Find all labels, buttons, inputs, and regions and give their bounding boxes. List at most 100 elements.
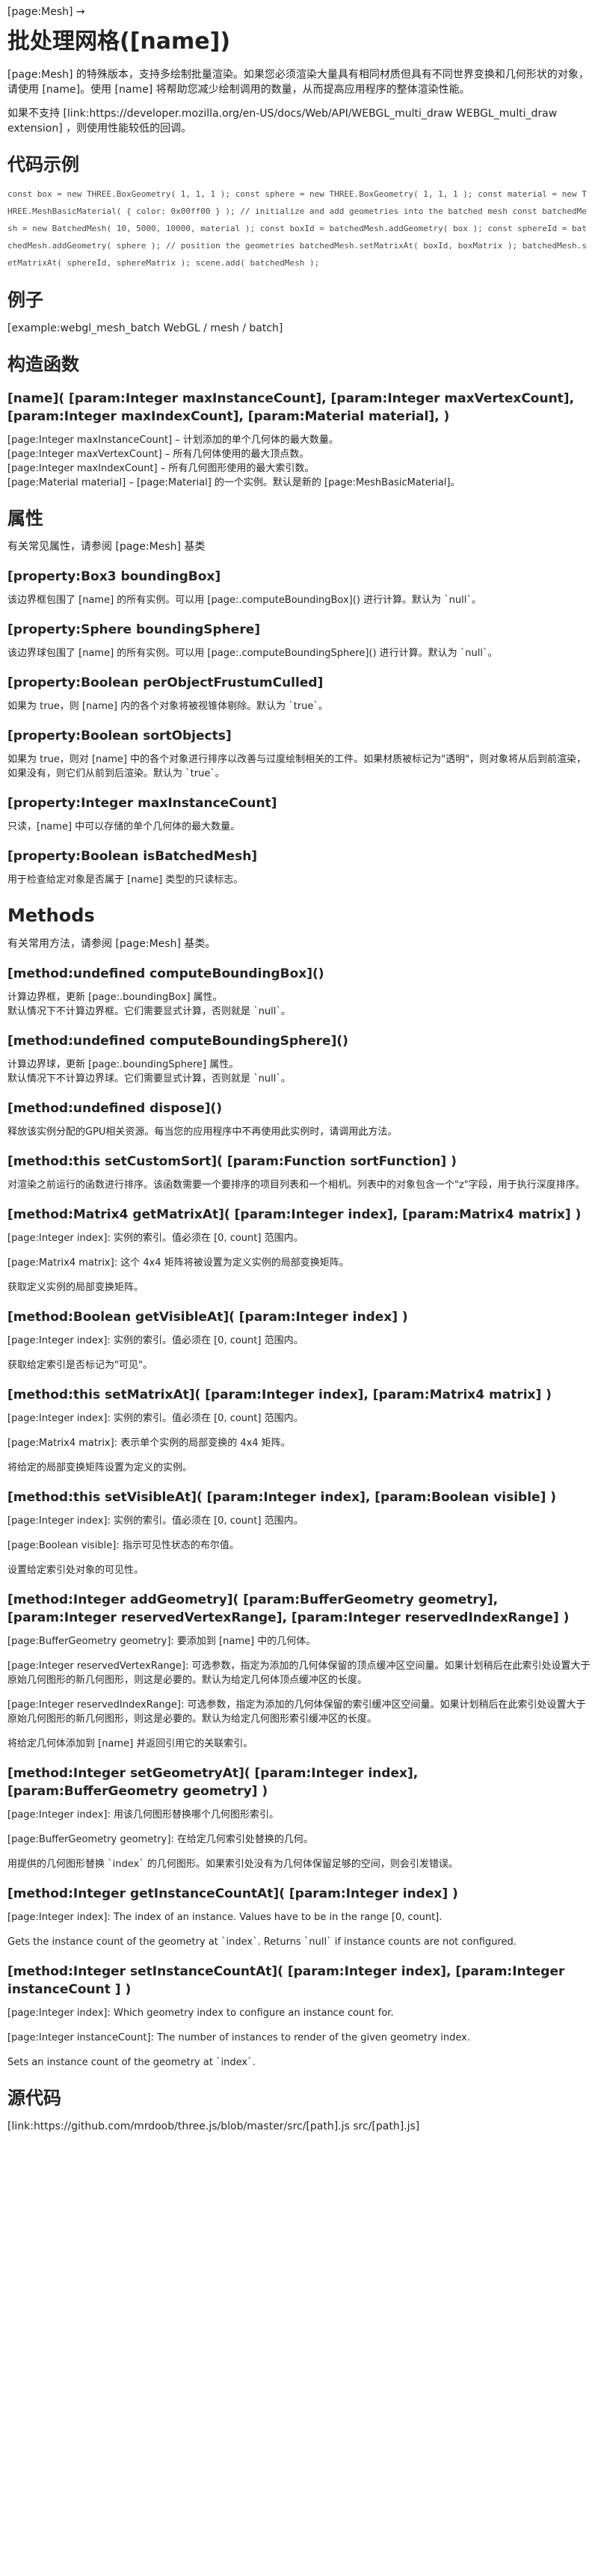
constructor-param: [page:Integer maxIndexCount] – 所有几何图形使用的… <box>7 463 315 474</box>
source-heading: 源代码 <box>7 2088 61 2109</box>
methods-list: [method:undefined computeBoundingBox]() 计… <box>7 965 591 2070</box>
method-description: [page:Integer index]: 实例的索引。值必须在 [0, cou… <box>7 1411 591 1475</box>
constructor-param: [page:Integer maxVertexCount] – 所有几何体使用的… <box>7 449 309 460</box>
method-title: [method:Integer setGeometryAt]( [param:I… <box>7 1766 419 1799</box>
method-description: [page:Integer index]: Which geometry ind… <box>7 2006 591 2070</box>
method-description: 计算边界球，更新 [page:.boundingSphere] 属性。默认情况下… <box>7 1058 591 1086</box>
method-description-line: [page:Integer index]: 实例的索引。值必须在 [0, cou… <box>7 1515 303 1527</box>
method-title: [method:this setVisibleAt]( [param:Integ… <box>7 1490 557 1505</box>
intro-paragraph: [page:Mesh] 的特殊版本，支持多绘制批量渲染。如果您必须渲染大量具有相… <box>7 69 589 96</box>
method-description-line: [page:Integer reservedIndexRange]: 可选参数，… <box>7 1699 586 1725</box>
method-title: [method:this setCustomSort]( [param:Func… <box>7 1154 457 1169</box>
method-title: [method:Integer addGeometry]( [param:Buf… <box>7 1592 570 1625</box>
property-description: 只读，[name] 中可以存储的单个几何体的最大数量。 <box>7 820 591 834</box>
code-example: const box = new THREE.BoxGeometry( 1, 1,… <box>7 189 587 268</box>
constructor-param: [page:Material material] – [page:Materia… <box>7 477 460 488</box>
method-description-line: [page:BufferGeometry geometry]: 要添加到 [na… <box>7 1636 316 1647</box>
constructor-signature: [name]( [param:Integer maxInstanceCount]… <box>7 391 575 424</box>
property-description: 如果为 true，则 [name] 内的各个对象将被视锥体剔除。默认为 `tru… <box>7 699 591 714</box>
method-description-line: [page:Integer index]: Which geometry ind… <box>7 2008 394 2019</box>
method-description-line: 计算边界框，更新 [page:.boundingBox] 属性。 <box>7 992 223 1003</box>
method-description-line: 释放该实例分配的GPU相关资源。每当您的应用程序中不再使用此实例时，请调用此方法… <box>7 1126 398 1138</box>
method-description: [page:Integer index]: 实例的索引。值必须在 [0, cou… <box>7 1514 591 1577</box>
method-description-line: [page:Integer index]: 实例的索引。值必须在 [0, cou… <box>7 1335 303 1346</box>
property-description: 该边界框包围了 [name] 的所有实例。可以用 [page:.computeB… <box>7 593 591 607</box>
code-heading: 代码示例 <box>7 154 79 175</box>
method-title: [method:Boolean getVisibleAt]( [param:In… <box>7 1310 408 1325</box>
method-description-line: [page:Boolean visible]: 指示可见性状态的布尔值。 <box>7 1540 239 1551</box>
method-description-line: [page:Matrix4 matrix]: 这个 4x4 矩阵将被设置为定义实… <box>7 1257 349 1269</box>
property-title: [property:Boolean perObjectFrustumCulled… <box>7 675 324 690</box>
method-description: [page:Integer index]: 实例的索引。值必须在 [0, cou… <box>7 1334 591 1373</box>
constructor-param: [page:Integer maxInstanceCount] – 计划添加的单… <box>7 435 339 446</box>
example-link[interactable]: [example:webgl_mesh_batch WebGL / mesh /… <box>7 321 591 336</box>
breadcrumb[interactable]: [page:Mesh] → <box>7 1 591 22</box>
method-description-line: [page:BufferGeometry geometry]: 在给定几何索引处… <box>7 1834 313 1845</box>
method-title: [method:Integer getInstanceCountAt]( [pa… <box>7 1886 458 1901</box>
property-description-line: 如果为 true，则 [name] 内的各个对象将被视锥体剔除。默认为 `tru… <box>7 701 328 712</box>
property-title: [property:Integer maxInstanceCount] <box>7 796 277 811</box>
method-description-line: 设置给定索引处对象的可见性。 <box>7 1565 144 1576</box>
property-description: 该边界球包围了 [name] 的所有实例。可以用 [page:.computeB… <box>7 646 591 660</box>
property-title: [property:Sphere boundingSphere] <box>7 622 261 637</box>
method-description: 计算边界框，更新 [page:.boundingBox] 属性。默认情况下不计算… <box>7 990 591 1019</box>
constructor-params: [page:Integer maxInstanceCount] – 计划添加的单… <box>7 433 591 490</box>
method-title: [method:this setMatrixAt]( [param:Intege… <box>7 1387 552 1402</box>
property-title: [property:Boolean sortObjects] <box>7 729 232 743</box>
method-description-line: 将给定几何体添加到 [name] 并返回引用它的关联索引。 <box>7 1738 253 1749</box>
method-description-line: 获取给定索引是否标记为"可见"。 <box>7 1360 152 1371</box>
method-title: [method:undefined computeBoundingSphere]… <box>7 1034 348 1049</box>
property-description-line: 如果为 true，则对 [name] 中的各个对象进行排序以改善与过度绘制相关的… <box>7 754 587 779</box>
method-description-line: [page:Matrix4 matrix]: 表示单个实例的局部变换的 4x4 … <box>7 1438 291 1449</box>
method-description-line: 默认情况下不计算边界球。它们需要显式计算，否则就是 `null`。 <box>7 1073 291 1085</box>
method-description-line: 计算边界球，更新 [page:.boundingSphere] 属性。 <box>7 1059 239 1070</box>
method-description-line: 对渲染之前运行的函数进行排序。该函数需要一个要排序的项目列表和一个相机。列表中的… <box>7 1180 585 1191</box>
method-description-line: 获取定义实例的局部变换矩阵。 <box>7 1282 144 1293</box>
method-description-line: [page:Integer instanceCount]: The number… <box>7 2032 470 2043</box>
intro-paragraph-fallback: 如果不支持 [link:https://developer.mozilla.or… <box>7 108 558 135</box>
method-description-line: [page:Integer index]: The index of an in… <box>7 1912 443 1923</box>
method-description-line: [page:Integer index]: 实例的索引。值必须在 [0, cou… <box>7 1233 303 1244</box>
source-link[interactable]: [link:https://github.com/mrdoob/three.js… <box>7 2119 591 2134</box>
properties-heading: 属性 <box>7 508 43 529</box>
method-description: 对渲染之前运行的函数进行排序。该函数需要一个要排序的项目列表和一个相机。列表中的… <box>7 1178 591 1192</box>
method-description-line: 将给定的局部变换矩阵设置为定义的实例。 <box>7 1462 193 1473</box>
method-description-line: 默认情况下不计算边界框。它们需要显式计算，否则就是 `null`。 <box>7 1006 291 1017</box>
property-description: 如果为 true，则对 [name] 中的各个对象进行排序以改善与过度绘制相关的… <box>7 752 591 781</box>
method-description-line: [page:Integer reservedVertexRange]: 可选参数… <box>7 1660 591 1686</box>
method-description: [page:Integer index]: The index of an in… <box>7 1910 591 1949</box>
method-description: [page:BufferGeometry geometry]: 要添加到 [na… <box>7 1634 591 1751</box>
methods-intro: 有关常用方法，请参阅 [page:Mesh] 基类。 <box>7 938 216 950</box>
method-title: [method:undefined dispose]() <box>7 1101 223 1116</box>
method-title: [method:undefined computeBoundingBox]() <box>7 966 324 981</box>
property-description: 用于检查给定对象是否属于 [name] 类型的只读标志。 <box>7 873 591 887</box>
method-description-line: [page:Integer index]: 用该几何图形替换哪个几何图形索引。 <box>7 1809 279 1821</box>
properties-intro: 有关常见属性，请参阅 [page:Mesh] 基类 <box>7 541 206 553</box>
property-description-line: 用于检查给定对象是否属于 [name] 类型的只读标志。 <box>7 874 244 886</box>
property-description-line: 该边界框包围了 [name] 的所有实例。可以用 [page:.computeB… <box>7 595 481 606</box>
method-description-line: 用提供的几何图形替换 `index` 的几何图形。如果索引处没有为几何体保留足够… <box>7 1859 458 1870</box>
properties-list: [property:Box3 boundingBox] 该边界框包围了 [name… <box>7 568 591 887</box>
method-description-line: [page:Integer index]: 实例的索引。值必须在 [0, cou… <box>7 1413 303 1424</box>
example-heading: 例子 <box>7 289 43 310</box>
constructor-heading: 构造函数 <box>7 354 79 375</box>
property-description-line: 该边界球包围了 [name] 的所有实例。可以用 [page:.computeB… <box>7 648 498 659</box>
method-description: [page:Integer index]: 用该几何图形替换哪个几何图形索引。 [… <box>7 1808 591 1871</box>
method-title: [method:Matrix4 getMatrixAt]( [param:Int… <box>7 1207 582 1222</box>
method-description: 释放该实例分配的GPU相关资源。每当您的应用程序中不再使用此实例时，请调用此方法… <box>7 1125 591 1139</box>
property-title: [property:Box3 boundingBox] <box>7 569 221 584</box>
